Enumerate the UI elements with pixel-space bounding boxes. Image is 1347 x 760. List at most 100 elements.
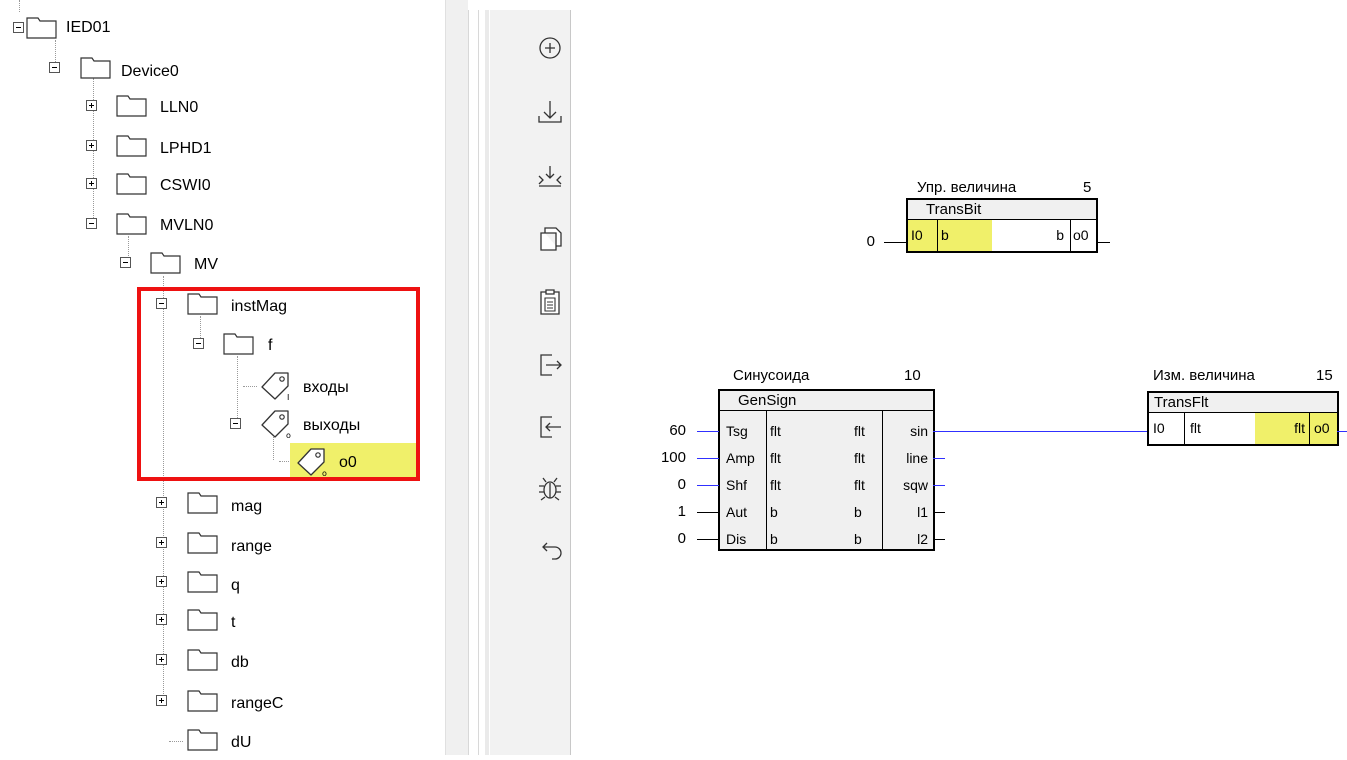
- add-button[interactable]: [530, 28, 570, 68]
- expand-toggle[interactable]: [156, 654, 167, 665]
- input-pin[interactable]: I0: [908, 220, 938, 251]
- tree-node-label: IED01: [66, 19, 111, 36]
- expand-toggle[interactable]: [156, 576, 167, 587]
- input-type: flt: [770, 477, 781, 493]
- output-type: flt: [854, 477, 865, 493]
- expand-toggle[interactable]: [86, 140, 97, 151]
- input-pin[interactable]: Shf: [726, 475, 747, 495]
- collapse-toggle[interactable]: [49, 62, 60, 73]
- tree-node-label: mag: [231, 498, 263, 515]
- tree-node-label: Device0: [121, 63, 179, 80]
- input-type: b: [938, 220, 992, 251]
- folder-icon: [187, 571, 218, 593]
- collapse-toggle[interactable]: [120, 257, 131, 268]
- input-type: flt: [770, 450, 781, 466]
- block-type-label: TransBit: [908, 200, 1096, 220]
- output-pin[interactable]: sin: [885, 421, 928, 441]
- folder-icon: [116, 173, 147, 195]
- folder-icon: [187, 690, 218, 712]
- wire: [1337, 431, 1347, 432]
- expand-toggle[interactable]: [156, 695, 167, 706]
- output-pin[interactable]: o0: [1071, 220, 1096, 251]
- copy-button[interactable]: [530, 220, 570, 260]
- import-arrow-icon: [540, 416, 561, 438]
- tree-node-label: rangeC: [231, 695, 284, 712]
- folder-icon: [187, 492, 218, 514]
- connection-wire[interactable]: [933, 431, 1149, 432]
- tree-node-label: q: [231, 577, 240, 594]
- block-title: Изм. величина: [1153, 367, 1255, 384]
- tree-node-label: LPHD1: [160, 140, 212, 157]
- output-type: b: [992, 220, 1071, 251]
- export-button[interactable]: [530, 345, 570, 385]
- function-block-gensign[interactable]: GenSign: [718, 389, 935, 551]
- wire: [697, 485, 719, 486]
- collapse-toggle[interactable]: [13, 22, 24, 33]
- download-icon: [538, 101, 562, 123]
- folder-icon: [187, 609, 218, 631]
- function-block-transbit[interactable]: TransBit I0 b b o0: [906, 198, 1098, 253]
- input-pin[interactable]: Tsg: [726, 421, 748, 441]
- debug-button[interactable]: [530, 468, 570, 508]
- output-type: flt: [1255, 413, 1310, 444]
- download-button[interactable]: [530, 92, 570, 132]
- collapse-toggle[interactable]: [86, 218, 97, 229]
- output-pin[interactable]: l2: [885, 529, 928, 549]
- output-pin[interactable]: line: [885, 448, 928, 468]
- undo-button[interactable]: [530, 529, 570, 569]
- paste-icon: [540, 289, 560, 315]
- wire: [933, 458, 945, 459]
- input-value[interactable]: 0: [646, 529, 686, 549]
- wire: [933, 512, 945, 513]
- selection-highlight-box: [137, 287, 420, 481]
- output-pin[interactable]: sqw: [885, 475, 928, 495]
- input-pin[interactable]: Aut: [726, 502, 747, 522]
- input-value[interactable]: 0: [835, 232, 875, 252]
- tree-node-label: db: [231, 654, 249, 671]
- input-pin[interactable]: Amp: [726, 448, 755, 468]
- output-pin[interactable]: l1: [885, 502, 928, 522]
- wire: [697, 539, 719, 540]
- expand-toggle[interactable]: [156, 537, 167, 548]
- input-pin[interactable]: Dis: [726, 529, 746, 549]
- input-pin[interactable]: I0: [1149, 413, 1185, 444]
- function-block-transflt[interactable]: TransFlt I0 flt flt o0: [1147, 391, 1339, 446]
- wire: [1096, 242, 1110, 243]
- expand-toggle[interactable]: [86, 100, 97, 111]
- output-pin[interactable]: o0: [1310, 413, 1337, 444]
- folder-icon: [187, 649, 218, 671]
- expand-toggle[interactable]: [156, 614, 167, 625]
- wire: [697, 431, 719, 432]
- expand-toggle[interactable]: [86, 178, 97, 189]
- undo-icon: [542, 542, 562, 560]
- folder-icon: [80, 57, 111, 79]
- import-icon: [538, 166, 562, 187]
- import-button[interactable]: [530, 158, 570, 198]
- block-type-label: TransFlt: [1149, 393, 1337, 413]
- tree-node-label: dU: [231, 734, 252, 751]
- export-icon: [540, 354, 562, 376]
- input-type: b: [770, 531, 778, 547]
- splitter-line: [478, 10, 479, 755]
- folder-icon: [116, 135, 147, 157]
- expand-toggle[interactable]: [156, 497, 167, 508]
- input-value[interactable]: 60: [646, 421, 686, 441]
- tree-node-label: LLN0: [160, 99, 199, 116]
- import-arrow-button[interactable]: [530, 407, 570, 447]
- output-type: flt: [854, 423, 865, 439]
- paste-button[interactable]: [530, 282, 570, 322]
- tree-scrollbar[interactable]: [445, 0, 468, 755]
- folder-icon: [26, 17, 57, 39]
- folder-icon: [116, 95, 147, 117]
- input-value[interactable]: 1: [646, 502, 686, 522]
- splitter-handle[interactable]: [485, 10, 489, 755]
- input-type: flt: [770, 423, 781, 439]
- input-value[interactable]: 100: [646, 448, 686, 468]
- input-type: b: [770, 504, 778, 520]
- column-divider: [766, 411, 767, 549]
- input-value[interactable]: 0: [646, 475, 686, 495]
- copy-icon: [540, 227, 562, 251]
- add-icon: [539, 37, 561, 59]
- column-divider: [882, 411, 883, 549]
- output-type: flt: [854, 450, 865, 466]
